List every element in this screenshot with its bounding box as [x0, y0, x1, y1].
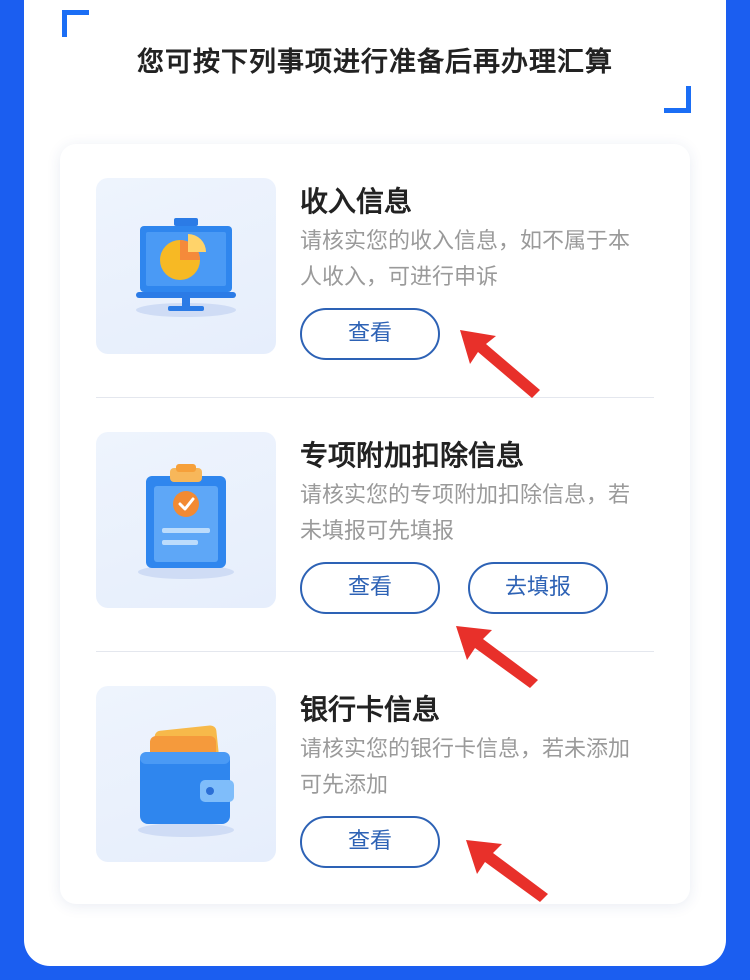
item-description: 请核实您的专项附加扣除信息，若未填报可先填报 [300, 483, 631, 544]
page-title: 您可按下列事项进行准备后再办理汇算 [137, 47, 613, 78]
thumbnail-income [96, 178, 276, 354]
clipboard-check-icon [138, 464, 234, 579]
item-title: 银行卡信息 [300, 693, 441, 726]
list-item-deduction-info: 专项附加扣除信息 请核实您的专项附加扣除信息，若未填报可先填报 查看 去填报 [60, 398, 690, 652]
item-description: 请核实您的银行卡信息，若未添加可先添加 [300, 737, 631, 798]
list-item-income-info: 收入信息 请核实您的收入信息，如不属于本人收入，可进行申诉 查看 [60, 144, 690, 398]
wallet-card-icon [138, 725, 234, 837]
thumbnail-deduction [96, 432, 276, 608]
corner-bracket-bottom-right [664, 86, 691, 113]
annotation-arrow-icon [460, 330, 540, 398]
annotation-arrow-icon [456, 626, 538, 688]
view-bank-card-button[interactable]: 查看 [300, 816, 440, 868]
checklist-card: 收入信息 请核实您的收入信息，如不属于本人收入，可进行申诉 查看 专项附加扣除信… [60, 144, 690, 904]
annotation-arrow-icon [466, 840, 548, 902]
list-item-bank-card-info: 银行卡信息 请核实您的银行卡信息，若未添加可先添加 查看 [60, 652, 690, 906]
thumbnail-bank-card [96, 686, 276, 862]
item-description: 请核实您的收入信息，如不属于本人收入，可进行申诉 [300, 229, 631, 290]
presentation-chart-icon [136, 218, 236, 317]
corner-bracket-top-left [62, 10, 89, 37]
view-income-button[interactable]: 查看 [300, 308, 440, 360]
item-title: 专项附加扣除信息 [300, 439, 525, 472]
item-title: 收入信息 [300, 185, 413, 218]
fill-report-button[interactable]: 去填报 [468, 562, 608, 614]
view-deduction-button[interactable]: 查看 [300, 562, 440, 614]
